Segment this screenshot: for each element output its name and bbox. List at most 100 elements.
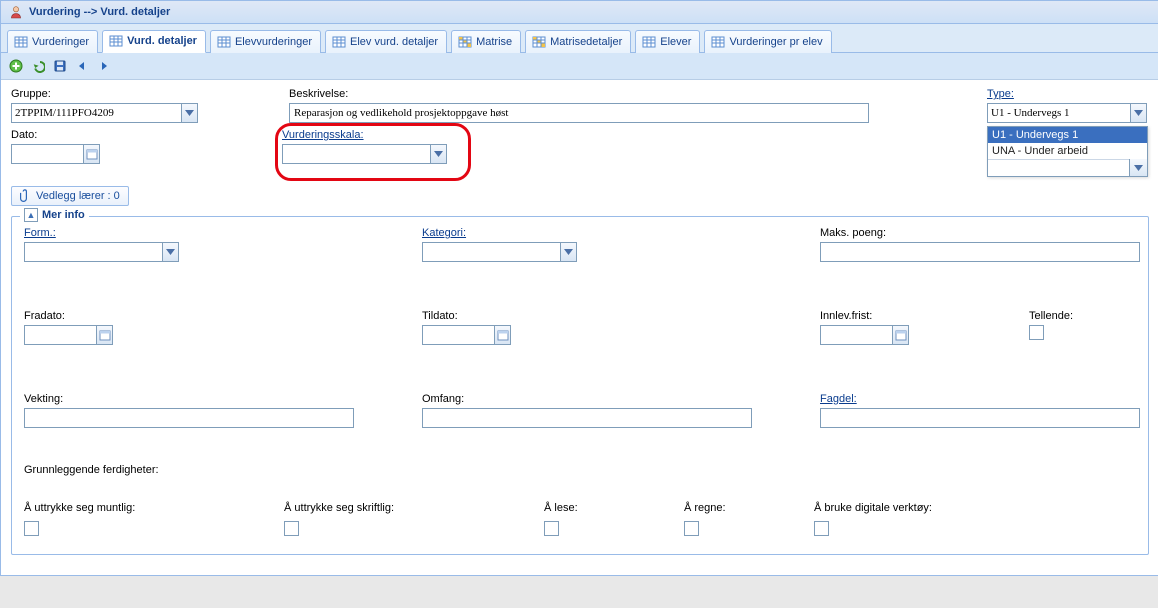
vedlegg-button[interactable]: Vedlegg lærer : 0: [11, 186, 129, 206]
tildato-field[interactable]: [422, 325, 792, 345]
tab-label: Matrise: [476, 36, 512, 48]
gruppe-combo[interactable]: [11, 103, 207, 123]
form-label[interactable]: Form.:: [24, 227, 394, 239]
mer-info-title: Mer info: [42, 209, 85, 221]
grid-icon: [217, 35, 231, 49]
vekting-label: Vekting:: [24, 393, 394, 405]
dato-label: Dato:: [11, 129, 100, 141]
type-combo[interactable]: [987, 103, 1147, 123]
tab-label: Vurderinger: [32, 36, 89, 48]
kategori-label[interactable]: Kategori:: [422, 227, 792, 239]
ferd-muntlig-label: Å uttrykke seg muntlig:: [24, 502, 284, 514]
tildato-label: Tildato:: [422, 310, 792, 322]
attachment-icon: [20, 189, 32, 203]
dato-input[interactable]: [11, 144, 83, 164]
tab-vurderinger-pr-elev[interactable]: Vurderinger pr elev: [704, 30, 831, 53]
type-input[interactable]: [987, 103, 1130, 123]
dato-field[interactable]: [11, 144, 100, 164]
gruppe-input[interactable]: [11, 103, 181, 123]
tildato-input[interactable]: [422, 325, 494, 345]
innlev-frist-input[interactable]: [820, 325, 892, 345]
grunnleggende-label: Grunnleggende ferdigheter:: [24, 464, 159, 476]
tab-vurd-detaljer[interactable]: Vurd. detaljer: [102, 30, 206, 53]
vurderingsskala-label[interactable]: Vurderingsskala:: [282, 129, 447, 141]
kategori-combo[interactable]: [422, 242, 792, 262]
save-button[interactable]: [51, 57, 69, 75]
beskrivelse-label: Beskrivelse:: [289, 88, 869, 100]
calendar-icon[interactable]: [83, 144, 100, 164]
vurderingsskala-combo[interactable]: [282, 144, 447, 164]
ferd-skriftlig-checkbox[interactable]: [284, 521, 299, 536]
maks-poeng-label: Maks. poeng:: [820, 227, 1140, 239]
tab-label: Elevvurderinger: [235, 36, 312, 48]
ferd-lese-checkbox[interactable]: [544, 521, 559, 536]
calendar-icon[interactable]: [494, 325, 511, 345]
grid-icon: [332, 35, 346, 49]
tellende-checkbox[interactable]: [1029, 325, 1044, 340]
chevron-down-icon[interactable]: [430, 144, 447, 164]
calendar-icon[interactable]: [96, 325, 113, 345]
grid-icon: [14, 35, 28, 49]
ferd-digital-checkbox[interactable]: [814, 521, 829, 536]
undo-button[interactable]: [29, 57, 47, 75]
type-option[interactable]: UNA - Under arbeid: [988, 143, 1147, 159]
chevron-down-icon[interactable]: [181, 103, 198, 123]
chevron-down-icon[interactable]: [1130, 103, 1147, 123]
innlev-frist-label: Innlev.frist:: [820, 310, 909, 322]
tab-elev-vurd-detaljer[interactable]: Elev vurd. detaljer: [325, 30, 447, 53]
fradato-field[interactable]: [24, 325, 394, 345]
grid-color-icon: [532, 35, 546, 49]
form-combo[interactable]: [24, 242, 394, 262]
tabstrip: Vurderinger Vurd. detaljer Elevvurdering…: [1, 24, 1158, 53]
ferd-lese-label: Å lese:: [544, 502, 684, 514]
tab-elevvurderinger[interactable]: Elevvurderinger: [210, 30, 321, 53]
ferd-regne-label: Å regne:: [684, 502, 814, 514]
kategori-input[interactable]: [422, 242, 560, 262]
calendar-icon[interactable]: [892, 325, 909, 345]
form-input[interactable]: [24, 242, 162, 262]
type-dropdown[interactable]: U1 - Undervegs 1 UNA - Under arbeid: [987, 126, 1148, 177]
ferd-skriftlig-label: Å uttrykke seg skriftlig:: [284, 502, 544, 514]
chevron-down-icon[interactable]: [162, 242, 179, 262]
grid-color-icon: [458, 35, 472, 49]
grid-icon: [109, 34, 123, 48]
ferd-muntlig-checkbox[interactable]: [24, 521, 39, 536]
window-title: Vurdering --> Vurd. detaljer: [29, 6, 170, 18]
fagdel-label[interactable]: Fagdel:: [820, 393, 1140, 405]
fagdel-input[interactable]: [820, 408, 1140, 428]
mer-info-fieldset: ▲ Mer info Form.: Kategori: Maks. poeng:: [11, 216, 1149, 555]
ferd-regne-checkbox[interactable]: [684, 521, 699, 536]
vedlegg-label: Vedlegg lærer : 0: [36, 190, 120, 202]
tab-matrisedetaljer[interactable]: Matrisedetaljer: [525, 30, 631, 53]
grid-icon: [642, 35, 656, 49]
beskrivelse-input[interactable]: [289, 103, 869, 123]
fradato-label: Fradato:: [24, 310, 394, 322]
tab-label: Elev vurd. detaljer: [350, 36, 438, 48]
vekting-input[interactable]: [24, 408, 354, 428]
tab-label: Vurd. detaljer: [127, 35, 197, 47]
prev-button[interactable]: [73, 57, 91, 75]
omfang-label: Omfang:: [422, 393, 792, 405]
maks-poeng-input[interactable]: [820, 242, 1140, 262]
new-button[interactable]: [7, 57, 25, 75]
chevron-down-icon[interactable]: [1129, 159, 1147, 176]
fradato-input[interactable]: [24, 325, 96, 345]
tellende-label: Tellende:: [1029, 310, 1073, 322]
ferd-digital-label: Å bruke digitale verktøy:: [814, 502, 1136, 514]
innlev-frist-field[interactable]: [820, 325, 909, 345]
user-icon: [9, 5, 23, 19]
tab-label: Elever: [660, 36, 691, 48]
vurderingsskala-input[interactable]: [282, 144, 430, 164]
tab-vurderinger[interactable]: Vurderinger: [7, 30, 98, 53]
collapse-icon[interactable]: ▲: [24, 208, 38, 222]
type-option[interactable]: U1 - Undervegs 1: [988, 127, 1147, 143]
next-button[interactable]: [95, 57, 113, 75]
chevron-down-icon[interactable]: [560, 242, 577, 262]
tab-elever[interactable]: Elever: [635, 30, 700, 53]
tab-label: Vurderinger pr elev: [729, 36, 822, 48]
gruppe-label: Gruppe:: [11, 88, 207, 100]
grid-icon: [711, 35, 725, 49]
omfang-input[interactable]: [422, 408, 752, 428]
tab-matrise[interactable]: Matrise: [451, 30, 521, 53]
type-label[interactable]: Type:: [987, 88, 1147, 100]
